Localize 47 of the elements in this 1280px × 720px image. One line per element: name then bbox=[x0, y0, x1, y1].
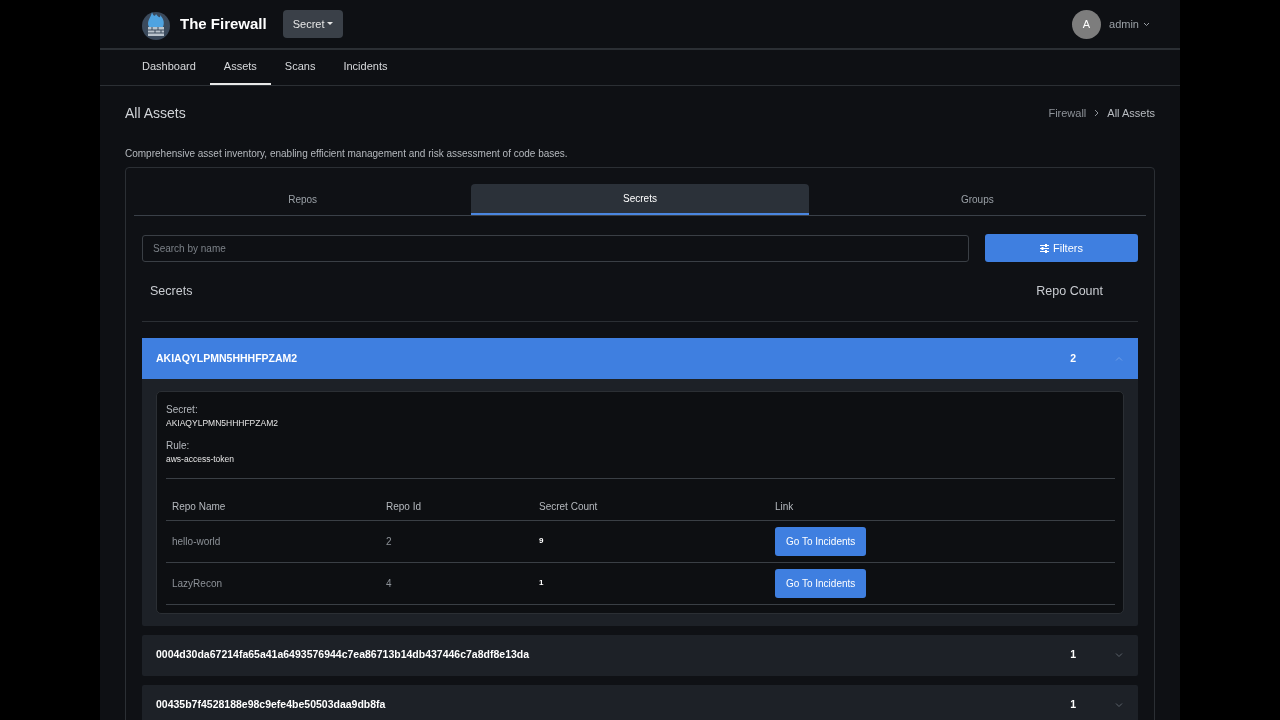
field-label: Secret: bbox=[166, 403, 199, 417]
nav-tab[interactable]: Assets bbox=[209, 50, 271, 85]
page-description: Comprehensive asset inventory, enabling efficient management and risk assessment of code bases. bbox=[125, 147, 569, 161]
repo-count: 1 bbox=[1070, 697, 1076, 713]
table-header: Repo Id bbox=[380, 478, 533, 520]
field-label: Rule: bbox=[166, 438, 191, 453]
nav-tab[interactable]: Incidents bbox=[329, 50, 402, 85]
secret-name: 00435b7f4528188e98c9efe4be50503daa9db8fa bbox=[156, 697, 387, 713]
breadcrumb-item[interactable]: Firewall bbox=[1048, 104, 1087, 122]
repo-count: 1 bbox=[1070, 647, 1076, 663]
field-value: aws-access-token bbox=[166, 452, 236, 466]
user-name[interactable]: admin bbox=[1109, 15, 1139, 33]
table-cell: 4 bbox=[386, 577, 392, 589]
secret-name: AKIAQYLPMN5HHHFPZAM2 bbox=[156, 350, 299, 366]
table-cell: LazyRecon bbox=[172, 577, 223, 589]
secret-row[interactable]: 00435b7f4528188e98c9efe4be50503daa9db8fa 1 bbox=[142, 684, 1138, 720]
table-header: Secret Count bbox=[533, 478, 769, 520]
column-header: Secrets bbox=[150, 283, 193, 301]
table-cell: 2 bbox=[386, 535, 392, 547]
go-to-incidents-button[interactable]: Go To Incidents bbox=[775, 568, 867, 598]
brand-name: The Firewall bbox=[180, 13, 267, 34]
asset-tab[interactable]: Groups bbox=[808, 184, 1146, 215]
filters-button[interactable]: Filters bbox=[985, 234, 1138, 262]
column-header: Repo Count bbox=[1036, 283, 1103, 301]
chevron-right-icon bbox=[1094, 109, 1100, 117]
page-title: All Assets bbox=[125, 104, 186, 122]
sliders-icon bbox=[1040, 243, 1049, 253]
user-avatar[interactable]: A bbox=[1072, 9, 1102, 39]
table-header: Repo Name bbox=[166, 478, 380, 520]
table-cell: 9 bbox=[539, 536, 544, 545]
table-header: Link bbox=[769, 478, 1115, 520]
go-to-incidents-button[interactable]: Go To Incidents bbox=[775, 526, 867, 556]
asset-tab[interactable]: Secrets bbox=[471, 184, 809, 215]
scope-dropdown[interactable]: Secret bbox=[282, 9, 344, 39]
asset-tab[interactable]: Repos bbox=[134, 184, 472, 215]
table-cell: hello-world bbox=[172, 535, 221, 547]
table-cell: 1 bbox=[539, 578, 544, 587]
repo-count: 2 bbox=[1070, 350, 1076, 366]
chevron-down-icon[interactable] bbox=[1143, 21, 1150, 27]
nav-tab[interactable]: Scans bbox=[270, 50, 330, 85]
secret-row[interactable]: AKIAQYLPMN5HHHFPZAM2 2 bbox=[142, 338, 1138, 379]
search-field[interactable]: Search by name bbox=[142, 234, 969, 262]
nav-tab[interactable]: Dashboard bbox=[128, 50, 210, 85]
secret-name: 0004d30da67214fa65a41a6493576944c7ea86713b14db437446c7a8df8e13da bbox=[156, 647, 531, 663]
field-value: AKIAQYLPMN5HHHFPZAM2 bbox=[166, 417, 279, 430]
breadcrumb-item: All Assets bbox=[1107, 105, 1155, 121]
secret-row[interactable]: 0004d30da67214fa65a41a6493576944c7ea86713b14db437446c7a8df8e13da 1 bbox=[142, 634, 1138, 676]
